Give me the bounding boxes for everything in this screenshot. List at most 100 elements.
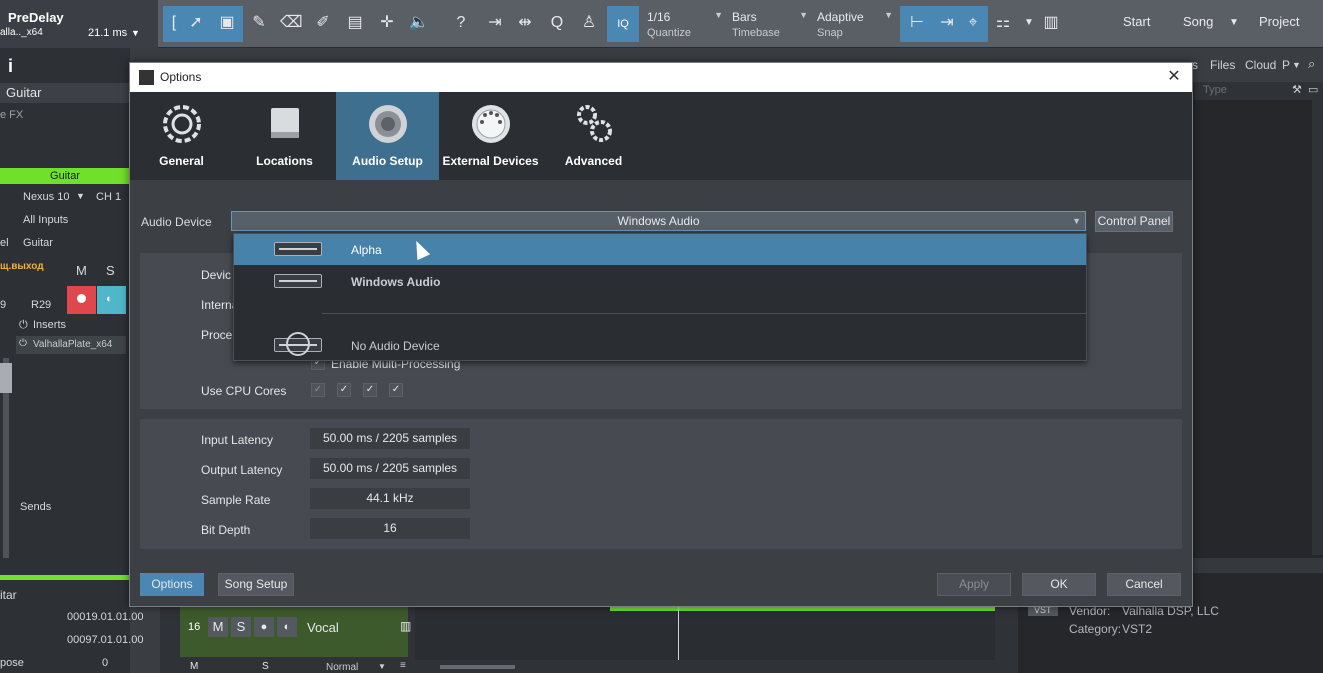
- timebase-select[interactable]: Bars ▼ Timebase: [728, 8, 812, 40]
- eraser-icon[interactable]: ⌫: [280, 10, 303, 36]
- tab-advanced[interactable]: Advanced: [542, 92, 645, 180]
- h-scroll-thumb[interactable]: [440, 665, 515, 669]
- snap-split-icon[interactable]: ⌖: [962, 10, 984, 36]
- options-button[interactable]: Options: [140, 573, 204, 596]
- latency-panel: Input Latency 50.00 ms / 2205 samples Ou…: [140, 419, 1182, 549]
- power-icon[interactable]: ⏻: [19, 338, 27, 349]
- instrument-select[interactable]: Nexus 10: [23, 191, 69, 203]
- tab-external-devices[interactable]: External Devices: [439, 92, 542, 180]
- start-button[interactable]: Start: [1123, 14, 1150, 29]
- quantize-select[interactable]: 1/16 ▼ Quantize: [643, 8, 727, 40]
- transpose-value[interactable]: 0: [102, 657, 108, 669]
- close-icon[interactable]: ✕: [1164, 66, 1184, 88]
- dropdown-option-no-device[interactable]: No Audio Device: [234, 330, 1086, 361]
- iq-button[interactable]: IQ: [607, 6, 639, 42]
- track-header-vocal[interactable]: 16 M S ● ◐ Vocal ▥: [180, 605, 411, 657]
- snap-metronome-icon[interactable]: ♙: [578, 10, 600, 36]
- cpu-core-checkbox[interactable]: ✓: [337, 383, 351, 397]
- mute-button[interactable]: M: [76, 263, 87, 278]
- cpu-core-checkbox[interactable]: ✓: [363, 383, 377, 397]
- chevron-down-icon[interactable]: ▼: [378, 662, 386, 671]
- latency-readout[interactable]: 21.1 ms: [88, 27, 127, 39]
- record-icon: [77, 294, 86, 303]
- dropdown-option-alpha[interactable]: Alpha: [234, 234, 1086, 265]
- monitor-icon: ◐: [106, 293, 113, 305]
- track-mute-button[interactable]: M: [208, 617, 228, 637]
- pencil-icon[interactable]: ✎: [248, 10, 270, 36]
- track-solo-button[interactable]: S: [231, 617, 251, 637]
- arrange-lane[interactable]: [415, 605, 995, 660]
- browser-tab-files[interactable]: Files: [1210, 58, 1235, 72]
- strip-silence-icon[interactable]: ⇹: [514, 10, 536, 36]
- wrench-icon[interactable]: ⚒: [1292, 83, 1302, 96]
- bit-depth-label: Bit Depth: [201, 523, 251, 537]
- monitor-button[interactable]: ◐: [97, 286, 126, 314]
- output-select[interactable]: Guitar: [23, 237, 53, 249]
- bottom-mute[interactable]: M: [190, 661, 198, 672]
- input-select[interactable]: All Inputs: [23, 214, 68, 226]
- position-2[interactable]: 00097.01.01.00: [67, 634, 143, 646]
- monitor-icon[interactable]: ◐: [277, 617, 297, 637]
- tab-general[interactable]: General: [130, 92, 233, 180]
- dropdown-option-windows-audio[interactable]: Windows Audio: [234, 266, 1086, 297]
- tab-audio-setup[interactable]: Audio Setup: [336, 92, 439, 180]
- tab-locations[interactable]: Locations: [233, 92, 336, 180]
- mute-tool-icon[interactable]: ▤: [344, 10, 366, 36]
- solo-button[interactable]: S: [106, 263, 115, 278]
- channel-name[interactable]: Guitar: [0, 168, 130, 184]
- gears-icon: [577, 105, 612, 142]
- quantize-icon[interactable]: Q: [546, 10, 568, 36]
- grid-settings-icon[interactable]: ⚏: [992, 10, 1014, 36]
- bottom-solo[interactable]: S: [262, 661, 269, 672]
- browser-tab-p[interactable]: P: [1282, 58, 1290, 72]
- record-button[interactable]: [67, 286, 96, 314]
- snap-select[interactable]: Adaptive ▼ Snap: [813, 8, 897, 40]
- chevron-down-icon[interactable]: ▼: [1292, 60, 1301, 70]
- search-icon[interactable]: ⌕: [1308, 56, 1315, 72]
- range-tool-icon[interactable]: ▣: [216, 10, 238, 36]
- apply-button[interactable]: Apply: [937, 573, 1011, 596]
- control-panel-button[interactable]: Control Panel: [1095, 211, 1173, 232]
- browser-tab-cloud[interactable]: Cloud: [1245, 58, 1276, 72]
- latency-dropdown-icon[interactable]: ▼: [131, 28, 140, 38]
- info-icon[interactable]: i: [8, 56, 138, 77]
- cpu-core-checkbox[interactable]: ✓: [389, 383, 403, 397]
- keyboard-icon[interactable]: ▥: [400, 619, 411, 633]
- list-icon[interactable]: ≡: [400, 660, 406, 671]
- song-setup-button[interactable]: Song Setup: [218, 573, 294, 596]
- position-1[interactable]: 00019.01.01.00: [67, 611, 143, 623]
- track-name[interactable]: Vocal: [307, 620, 339, 635]
- maximize-icon[interactable]: ▭: [1308, 83, 1318, 96]
- midi-icon: [472, 105, 510, 143]
- mode-select[interactable]: Normal: [326, 662, 358, 673]
- insert-slot[interactable]: ⏻ ValhallaPlate_x64: [16, 336, 126, 354]
- audio-device-label: Audio Device: [141, 215, 212, 229]
- fader-handle[interactable]: [0, 363, 12, 393]
- sample-rate-value: 44.1 kHz: [310, 488, 470, 509]
- ok-button[interactable]: OK: [1022, 573, 1096, 596]
- audio-bend-icon[interactable]: ⇥: [484, 10, 506, 36]
- cpu-core-checkbox[interactable]: ✓: [311, 383, 325, 397]
- track-header: Guitar: [0, 83, 130, 103]
- channel-select[interactable]: CH 1: [96, 191, 121, 203]
- scrollbar[interactable]: [1312, 100, 1323, 555]
- snap-left-icon[interactable]: ⊢: [906, 10, 928, 36]
- pan-value[interactable]: R29: [31, 299, 51, 311]
- power-icon[interactable]: ⏻: [19, 319, 28, 332]
- listen-tool-icon[interactable]: 🔈: [408, 10, 430, 36]
- snap-right-icon[interactable]: ⇥: [936, 10, 958, 36]
- chevron-down-icon[interactable]: ▼: [76, 191, 85, 201]
- paint-icon[interactable]: ✐: [312, 10, 334, 36]
- chevron-down-icon[interactable]: ▼: [1229, 17, 1239, 28]
- help-icon[interactable]: ?: [450, 10, 472, 36]
- record-icon[interactable]: ●: [254, 617, 274, 637]
- song-button[interactable]: Song: [1183, 14, 1213, 29]
- audio-device-select[interactable]: Windows Audio ▼: [231, 211, 1086, 231]
- arrow-tool-icon[interactable]: ➚: [185, 10, 207, 36]
- cancel-button[interactable]: Cancel: [1107, 573, 1181, 596]
- video-icon[interactable]: ▥: [1040, 10, 1062, 36]
- chevron-down-icon[interactable]: ▼: [1018, 10, 1040, 36]
- bend-tool-icon[interactable]: ✛: [376, 10, 398, 36]
- playhead[interactable]: [678, 605, 679, 660]
- project-button[interactable]: Project: [1259, 14, 1299, 29]
